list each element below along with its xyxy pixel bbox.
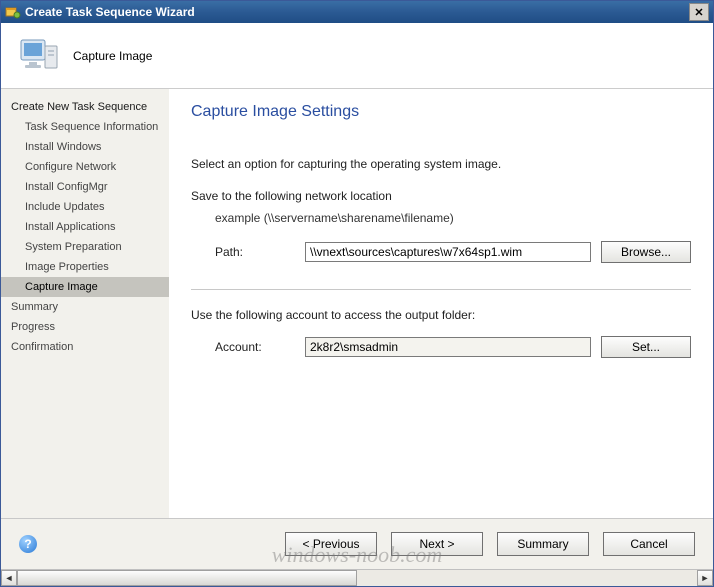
app-icon (5, 4, 21, 20)
sidebar-item-progress[interactable]: Progress (1, 317, 169, 337)
path-label: Path: (215, 245, 305, 259)
header-title: Capture Image (73, 49, 152, 63)
footer: ? < Previous Next > Summary Cancel (1, 518, 713, 569)
sidebar-item-capture-image[interactable]: Capture Image (1, 277, 169, 297)
set-button[interactable]: Set... (601, 336, 691, 358)
sidebar-item-image-properties[interactable]: Image Properties (1, 257, 169, 277)
scroll-track[interactable] (17, 570, 697, 586)
wizard-window: Create Task Sequence Wizard ✕ Capture Im… (0, 0, 714, 587)
sidebar-item-install-windows[interactable]: Install Windows (1, 137, 169, 157)
next-button[interactable]: Next > (391, 532, 483, 556)
sidebar-item-install-configmgr[interactable]: Install ConfigMgr (1, 177, 169, 197)
horizontal-scrollbar[interactable]: ◄ ► (1, 569, 713, 586)
sidebar-item-summary[interactable]: Summary (1, 297, 169, 317)
computer-icon (15, 32, 63, 80)
window-title: Create Task Sequence Wizard (25, 5, 689, 19)
header-band: Capture Image (1, 23, 713, 89)
sidebar-heading: Create New Task Sequence (1, 97, 169, 117)
sidebar-item-task-sequence-information[interactable]: Task Sequence Information (1, 117, 169, 137)
intro-text: Select an option for capturing the opera… (191, 157, 691, 171)
account-label: Account: (215, 340, 305, 354)
account-section-label: Use the following account to access the … (191, 308, 691, 322)
scroll-thumb[interactable] (17, 570, 357, 586)
cancel-button[interactable]: Cancel (603, 532, 695, 556)
sidebar-item-system-preparation[interactable]: System Preparation (1, 237, 169, 257)
previous-button[interactable]: < Previous (285, 532, 377, 556)
separator (191, 289, 691, 290)
sidebar: Create New Task Sequence Task Sequence I… (1, 89, 169, 518)
help-icon[interactable]: ? (19, 535, 37, 553)
sidebar-item-install-applications[interactable]: Install Applications (1, 217, 169, 237)
summary-button[interactable]: Summary (497, 532, 589, 556)
path-input[interactable] (305, 242, 591, 262)
scroll-right-arrow[interactable]: ► (697, 570, 713, 586)
example-text: example (\\servername\sharename\filename… (215, 211, 691, 225)
sidebar-item-include-updates[interactable]: Include Updates (1, 197, 169, 217)
page-title: Capture Image Settings (191, 103, 691, 121)
sidebar-item-confirmation[interactable]: Confirmation (1, 337, 169, 357)
save-location-label: Save to the following network location (191, 189, 691, 203)
main-panel: Capture Image Settings Select an option … (169, 89, 713, 518)
sidebar-item-configure-network[interactable]: Configure Network (1, 157, 169, 177)
close-button[interactable]: ✕ (689, 3, 709, 21)
titlebar: Create Task Sequence Wizard ✕ (1, 1, 713, 23)
account-input[interactable] (305, 337, 591, 357)
scroll-left-arrow[interactable]: ◄ (1, 570, 17, 586)
browse-button[interactable]: Browse... (601, 241, 691, 263)
body: Create New Task Sequence Task Sequence I… (1, 89, 713, 518)
